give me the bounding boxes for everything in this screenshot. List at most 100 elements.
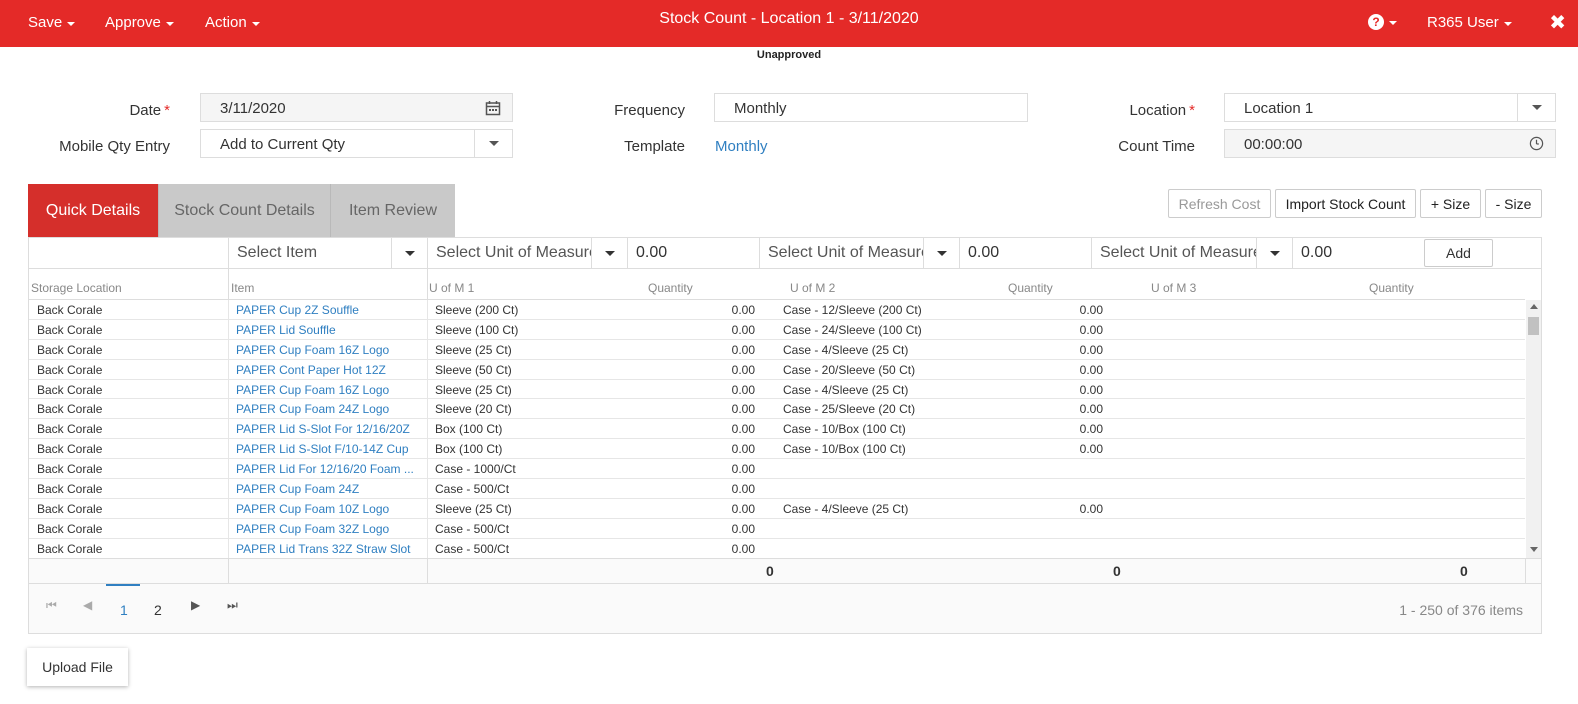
scroll-thumb[interactable] (1528, 317, 1539, 335)
date-label: Date * (129, 102, 170, 119)
select-item-dropdown[interactable]: Select Item (229, 238, 428, 268)
uom1-cell: Sleeve (25 Ct) (435, 501, 512, 516)
select-uom3-dropdown[interactable]: Select Unit of Measure (1092, 238, 1293, 268)
close-icon[interactable]: ✖ (1549, 10, 1566, 35)
tab-item-review[interactable]: Item Review (330, 184, 455, 237)
user-name: R365 User (1427, 14, 1499, 31)
upload-file-button[interactable]: Upload File (27, 648, 128, 686)
pager: ⏮ ◀ 1 2 ▶ ⏭ 1 - 250 of 376 items (29, 584, 1541, 633)
item-link[interactable]: PAPER Lid For 12/16/20 Foam ... (236, 462, 414, 476)
stock-count-grid: Select Item Select Unit of Measure 0.00 … (28, 237, 1542, 634)
mobile-qty-value: Add to Current Qty (220, 136, 346, 153)
uom1-cell: Case - 500/Ct (435, 521, 510, 536)
storage-location-cell: Back Corale (37, 402, 103, 417)
chevron-down-icon[interactable] (591, 238, 627, 268)
table-row[interactable]: Back Corale PAPER Cup Foam 10Z Logo Sleeve… (29, 498, 1525, 519)
chevron-down-icon[interactable] (1517, 94, 1555, 121)
item-link[interactable]: PAPER Cup Foam 16Z Logo (236, 343, 389, 357)
storage-location-cell: Back Corale (37, 442, 103, 457)
question-circle-icon: ? (1368, 14, 1384, 30)
uom2-cell: Case - 4/Sleeve (25 Ct) (783, 501, 909, 516)
table-row[interactable]: Back Corale PAPER Lid Trans 32Z Straw Slo… (29, 538, 1525, 558)
import-stock-count-button[interactable]: Import Stock Count (1275, 189, 1416, 218)
table-row[interactable]: Back Corale PAPER Cup Foam 16Z Logo Sleeve… (29, 339, 1525, 360)
minus-size-button[interactable]: - Size (1485, 189, 1542, 218)
col-quantity2[interactable]: Quantity (1008, 281, 1053, 295)
page-2[interactable]: 2 (154, 602, 162, 618)
grid-rows: Back Corale PAPER Cup 2Z Souffle Sleeve (2… (29, 300, 1525, 558)
col-quantity1[interactable]: Quantity (648, 281, 693, 295)
uom2-cell: Case - 4/Sleeve (25 Ct) (783, 382, 909, 397)
grid-scrollbar[interactable] (1526, 300, 1541, 558)
first-page-icon[interactable]: ⏮ (46, 598, 57, 613)
table-row[interactable]: Back Corale PAPER Lid S-Slot F/10-14Z Cup… (29, 439, 1525, 460)
item-link[interactable]: PAPER Cont Paper Hot 12Z (236, 363, 386, 377)
item-link[interactable]: PAPER Lid S-Slot F/10-14Z Cup (236, 442, 409, 456)
col-item[interactable]: Item (231, 281, 254, 295)
storage-location-cell: Back Corale (37, 462, 103, 477)
chevron-down-icon[interactable] (391, 238, 427, 268)
item-link[interactable]: PAPER Lid Trans 32Z Straw Slot (236, 542, 411, 556)
col-uom1[interactable]: U of M 1 (429, 281, 474, 295)
col-storage-location[interactable]: Storage Location (31, 281, 122, 295)
item-link[interactable]: PAPER Cup 2Z Souffle (236, 303, 359, 317)
qty2-input[interactable]: 0.00 (960, 238, 1092, 268)
item-link[interactable]: PAPER Cup Foam 24Z (236, 482, 359, 496)
help-menu[interactable]: ? (1368, 14, 1397, 30)
mobile-qty-select[interactable]: Add to Current Qty (200, 129, 513, 158)
table-row[interactable]: Back Corale PAPER Cup Foam 32Z Logo Case -… (29, 518, 1525, 539)
col-uom2[interactable]: U of M 2 (790, 281, 835, 295)
plus-size-button[interactable]: + Size (1420, 189, 1481, 218)
frequency-field[interactable]: Monthly (714, 93, 1028, 122)
user-menu[interactable]: R365 User (1427, 14, 1512, 31)
refresh-cost-button[interactable]: Refresh Cost (1168, 189, 1271, 218)
select-uom1-dropdown[interactable]: Select Unit of Measure (428, 238, 628, 268)
scroll-up-icon[interactable] (1530, 304, 1538, 309)
quantity1-cell: 0.00 (731, 422, 755, 437)
scroll-down-icon[interactable] (1530, 547, 1538, 552)
item-link[interactable]: PAPER Cup Foam 32Z Logo (236, 522, 389, 536)
location-select[interactable]: Location 1 (1224, 93, 1556, 122)
item-link[interactable]: PAPER Cup Foam 16Z Logo (236, 383, 389, 397)
table-row[interactable]: Back Corale PAPER Lid For 12/16/20 Foam .… (29, 459, 1525, 480)
chevron-down-icon[interactable] (474, 130, 512, 157)
last-page-icon[interactable]: ⏭ (227, 598, 238, 613)
table-row[interactable]: Back Corale PAPER Cup Foam 24Z Logo Sleeve… (29, 399, 1525, 420)
col-quantity3[interactable]: Quantity (1369, 281, 1414, 295)
quantity1-cell: 0.00 (731, 442, 755, 457)
chevron-down-icon[interactable] (1256, 238, 1292, 268)
template-link[interactable]: Monthly (715, 138, 768, 155)
uom1-cell: Sleeve (50 Ct) (435, 362, 512, 377)
select-uom2-dropdown[interactable]: Select Unit of Measure (760, 238, 960, 268)
calendar-icon[interactable] (474, 94, 512, 121)
item-link[interactable]: PAPER Lid Souffle (236, 323, 336, 337)
count-time-field[interactable]: 00:00:00 (1224, 129, 1556, 158)
table-row[interactable]: Back Corale PAPER Lid S-Slot For 12/16/20… (29, 419, 1525, 440)
item-link[interactable]: PAPER Cup Foam 24Z Logo (236, 402, 389, 416)
table-row[interactable]: Back Corale PAPER Cont Paper Hot 12Z Sleev… (29, 359, 1525, 380)
quantity1-cell: 0.00 (731, 482, 755, 497)
prev-page-icon[interactable]: ◀ (83, 598, 92, 612)
item-link[interactable]: PAPER Cup Foam 10Z Logo (236, 502, 389, 516)
quantity1-cell: 0.00 (731, 322, 755, 337)
quantity2-cell: 0.00 (1079, 382, 1103, 397)
uom1-cell: Box (100 Ct) (435, 422, 503, 437)
date-value: 3/11/2020 (220, 100, 286, 117)
page-1[interactable]: 1 (120, 602, 128, 618)
table-row[interactable]: Back Corale PAPER Cup 2Z Souffle Sleeve (2… (29, 300, 1525, 320)
tab-quick-details[interactable]: Quick Details (28, 184, 158, 237)
table-row[interactable]: Back Corale PAPER Lid Souffle Sleeve (100 … (29, 319, 1525, 340)
qty1-input[interactable]: 0.00 (628, 238, 760, 268)
table-row[interactable]: Back Corale PAPER Cup Foam 24Z Case - 500/… (29, 479, 1525, 500)
clock-icon[interactable] (1517, 130, 1555, 157)
date-field[interactable]: 3/11/2020 (200, 93, 513, 122)
add-button[interactable]: Add (1424, 239, 1493, 267)
next-page-icon[interactable]: ▶ (191, 598, 200, 612)
qty3-input[interactable]: 0.00 (1293, 238, 1417, 268)
col-uom3[interactable]: U of M 3 (1151, 281, 1196, 295)
chevron-down-icon[interactable] (923, 238, 959, 268)
template-label: Template (624, 138, 685, 155)
table-row[interactable]: Back Corale PAPER Cup Foam 16Z Logo Sleeve… (29, 379, 1525, 400)
tab-stock-count-details[interactable]: Stock Count Details (158, 184, 330, 237)
item-link[interactable]: PAPER Lid S-Slot For 12/16/20Z (236, 422, 410, 436)
